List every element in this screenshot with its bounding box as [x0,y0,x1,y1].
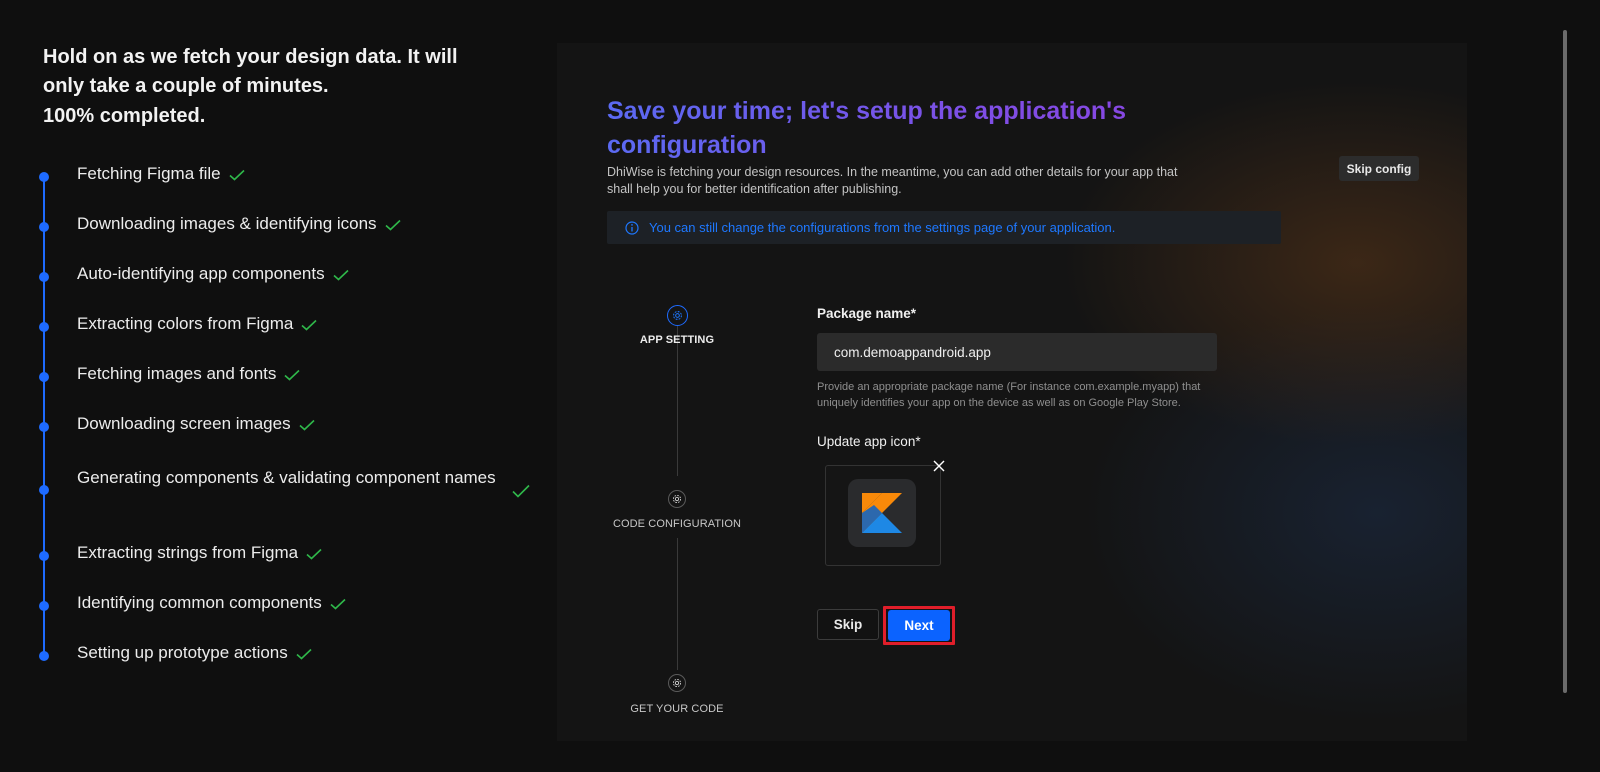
package-name-label: Package name* [817,306,917,321]
package-name-hint: Provide an appropriate package name (For… [817,381,1201,409]
kotlin-logo [862,493,902,533]
step-label: Downloading screen images [77,414,291,433]
step-label: Fetching Figma file [77,164,221,183]
step-label: Generating components & validating compo… [77,468,496,487]
stepper-connector [677,326,678,476]
app-icon-label: Update app icon* [817,434,921,449]
timeline-dot [39,222,49,232]
step-label: Setting up prototype actions [77,643,288,662]
stepper-node-get-your-code[interactable] [668,674,686,692]
panel-title: Save your time; let's setup the applicat… [607,94,1207,162]
timeline-dot [39,272,49,282]
timeline-dot [39,322,49,332]
gear-icon [672,494,682,504]
stepper-label-code-configuration: CODE CONFIGURATION [612,518,742,530]
page-scrollbar[interactable] [1563,30,1567,693]
app-icon-preview [848,479,916,547]
stepper-connector [677,538,678,670]
info-icon [625,220,639,235]
check-icon [284,369,300,381]
timeline-dot [39,485,49,495]
progress-headline: Hold on as we fetch your design data. It… [43,46,458,97]
stepper-label-get-your-code: GET YOUR CODE [630,703,724,715]
timeline-dot [39,601,49,611]
step-label: Extracting strings from Figma [77,543,299,562]
check-icon [301,319,317,331]
timeline-line [43,176,45,652]
check-icon [306,548,322,560]
check-icon [512,484,530,498]
gear-icon [673,311,682,320]
check-icon [229,169,245,181]
stepper-label-app-setting: APP SETTING [639,334,715,346]
info-banner: You can still change the configurations … [607,211,1281,244]
timeline-dot [39,551,49,561]
gear-icon [672,678,682,688]
fetch-progress-panel: Hold on as we fetch your design data. It… [0,0,545,772]
check-icon [299,419,315,431]
package-name-input[interactable] [817,333,1217,371]
step-label: Extracting colors from Figma [77,314,294,333]
skip-config-button[interactable]: Skip config [1339,156,1419,181]
stepper-node-code-configuration[interactable] [668,490,686,508]
next-button[interactable]: Next [888,610,950,641]
check-icon [385,219,401,231]
stepper-node-app-setting[interactable] [667,305,688,326]
progress-percent: 100% completed. [43,105,206,127]
check-icon [333,269,349,281]
close-icon[interactable] [932,459,946,473]
app-configuration-panel: Save your time; let's setup the applicat… [557,43,1467,741]
info-text: You can still change the configurations … [649,220,1116,235]
skip-button[interactable]: Skip [817,609,879,640]
step-label: Downloading images & identifying icons [77,214,377,233]
step-label: Fetching images and fonts [77,364,277,383]
check-icon [296,648,312,660]
panel-description: DhiWise is fetching your design resource… [607,165,1178,196]
timeline-dot [39,422,49,432]
step-label: Identifying common components [77,593,322,612]
timeline-dot [39,372,49,382]
timeline-dot [39,172,49,182]
step-label: Auto-identifying app components [77,264,325,283]
check-icon [330,598,346,610]
timeline-dot [39,651,49,661]
